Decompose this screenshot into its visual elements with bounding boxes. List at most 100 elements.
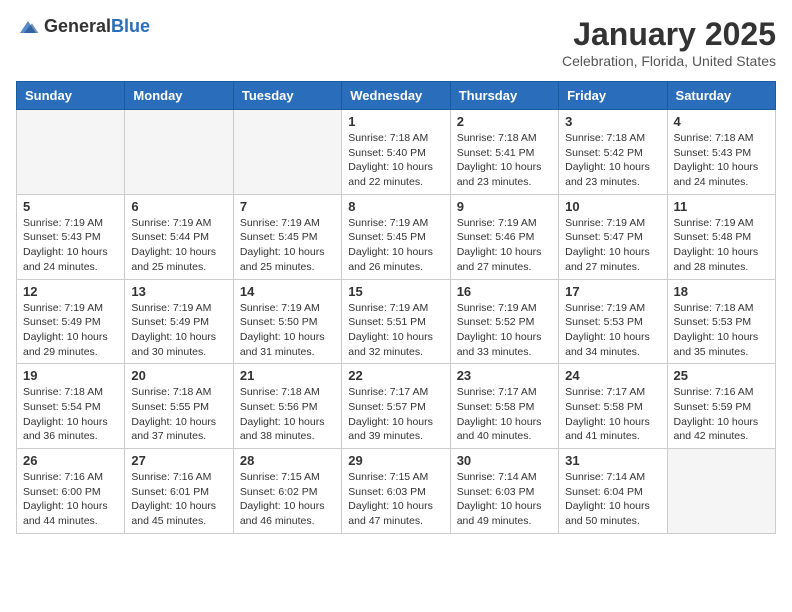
day-info: Sunrise: 7:19 AM Sunset: 5:52 PM Dayligh… xyxy=(457,301,552,360)
day-info: Sunrise: 7:16 AM Sunset: 5:59 PM Dayligh… xyxy=(674,385,769,444)
calendar-cell: 4 Sunrise: 7:18 AM Sunset: 5:43 PM Daylig… xyxy=(667,110,775,195)
logo-general: General xyxy=(44,16,111,36)
logo: GeneralBlue xyxy=(16,16,150,37)
day-number: 4 xyxy=(674,114,769,129)
calendar-cell: 22 Sunrise: 7:17 AM Sunset: 5:57 PM Dayli… xyxy=(342,364,450,449)
day-number: 29 xyxy=(348,453,443,468)
day-info: Sunrise: 7:16 AM Sunset: 6:00 PM Dayligh… xyxy=(23,470,118,529)
day-number: 16 xyxy=(457,284,552,299)
day-number: 5 xyxy=(23,199,118,214)
calendar-cell: 13 Sunrise: 7:19 AM Sunset: 5:49 PM Dayli… xyxy=(125,279,233,364)
day-info: Sunrise: 7:18 AM Sunset: 5:41 PM Dayligh… xyxy=(457,131,552,190)
calendar-cell: 14 Sunrise: 7:19 AM Sunset: 5:50 PM Dayli… xyxy=(233,279,341,364)
calendar-cell: 11 Sunrise: 7:19 AM Sunset: 5:48 PM Dayli… xyxy=(667,194,775,279)
calendar-cell xyxy=(17,110,125,195)
day-info: Sunrise: 7:18 AM Sunset: 5:53 PM Dayligh… xyxy=(674,301,769,360)
calendar-cell: 24Sunrise: 7:17 AM Sunset: 5:58 PM Dayli… xyxy=(559,364,667,449)
calendar-cell: 26 Sunrise: 7:16 AM Sunset: 6:00 PM Dayli… xyxy=(17,449,125,534)
calendar-week-row: 19Sunrise: 7:18 AM Sunset: 5:54 PM Dayli… xyxy=(17,364,776,449)
day-number: 18 xyxy=(674,284,769,299)
calendar-week-row: 12Sunrise: 7:19 AM Sunset: 5:49 PM Dayli… xyxy=(17,279,776,364)
day-number: 26 xyxy=(23,453,118,468)
weekday-header: Thursday xyxy=(450,82,558,110)
day-number: 15 xyxy=(348,284,443,299)
calendar-cell: 17 Sunrise: 7:19 AM Sunset: 5:53 PM Dayli… xyxy=(559,279,667,364)
day-number: 31 xyxy=(565,453,660,468)
day-number: 28 xyxy=(240,453,335,468)
calendar-cell: 2 Sunrise: 7:18 AM Sunset: 5:41 PM Daylig… xyxy=(450,110,558,195)
day-number: 13 xyxy=(131,284,226,299)
day-info: Sunrise: 7:17 AM Sunset: 5:58 PM Dayligh… xyxy=(457,385,552,444)
day-number: 21 xyxy=(240,368,335,383)
day-info: Sunrise: 7:19 AM Sunset: 5:50 PM Dayligh… xyxy=(240,301,335,360)
day-number: 11 xyxy=(674,199,769,214)
day-number: 14 xyxy=(240,284,335,299)
calendar-cell: 5 Sunrise: 7:19 AM Sunset: 5:43 PM Daylig… xyxy=(17,194,125,279)
calendar-cell: 30Sunrise: 7:14 AM Sunset: 6:03 PM Dayli… xyxy=(450,449,558,534)
day-number: 20 xyxy=(131,368,226,383)
calendar-week-row: 26 Sunrise: 7:16 AM Sunset: 6:00 PM Dayli… xyxy=(17,449,776,534)
day-number: 27 xyxy=(131,453,226,468)
calendar-cell xyxy=(667,449,775,534)
day-info: Sunrise: 7:18 AM Sunset: 5:56 PM Dayligh… xyxy=(240,385,335,444)
title-area: January 2025 Celebration, Florida, Unite… xyxy=(562,16,776,69)
day-info: Sunrise: 7:19 AM Sunset: 5:51 PM Dayligh… xyxy=(348,301,443,360)
day-number: 19 xyxy=(23,368,118,383)
calendar-cell: 1Sunrise: 7:18 AM Sunset: 5:40 PM Daylig… xyxy=(342,110,450,195)
calendar-cell xyxy=(233,110,341,195)
day-number: 10 xyxy=(565,199,660,214)
calendar-cell: 3 Sunrise: 7:18 AM Sunset: 5:42 PM Daylig… xyxy=(559,110,667,195)
calendar-cell: 7Sunrise: 7:19 AM Sunset: 5:45 PM Daylig… xyxy=(233,194,341,279)
day-info: Sunrise: 7:14 AM Sunset: 6:04 PM Dayligh… xyxy=(565,470,660,529)
calendar-cell: 31 Sunrise: 7:14 AM Sunset: 6:04 PM Dayli… xyxy=(559,449,667,534)
calendar-cell: 27 Sunrise: 7:16 AM Sunset: 6:01 PM Dayli… xyxy=(125,449,233,534)
weekday-header: Monday xyxy=(125,82,233,110)
day-number: 3 xyxy=(565,114,660,129)
calendar: SundayMondayTuesdayWednesdayThursdayFrid… xyxy=(16,81,776,534)
day-number: 23 xyxy=(457,368,552,383)
header: GeneralBlue January 2025 Celebration, Fl… xyxy=(16,16,776,69)
weekday-header: Friday xyxy=(559,82,667,110)
day-info: Sunrise: 7:15 AM Sunset: 6:03 PM Dayligh… xyxy=(348,470,443,529)
calendar-cell: 28Sunrise: 7:15 AM Sunset: 6:02 PM Dayli… xyxy=(233,449,341,534)
day-info: Sunrise: 7:19 AM Sunset: 5:48 PM Dayligh… xyxy=(674,216,769,275)
day-info: Sunrise: 7:19 AM Sunset: 5:53 PM Dayligh… xyxy=(565,301,660,360)
location-title: Celebration, Florida, United States xyxy=(562,53,776,69)
day-info: Sunrise: 7:19 AM Sunset: 5:45 PM Dayligh… xyxy=(240,216,335,275)
weekday-header: Saturday xyxy=(667,82,775,110)
weekday-header: Wednesday xyxy=(342,82,450,110)
day-number: 17 xyxy=(565,284,660,299)
day-info: Sunrise: 7:18 AM Sunset: 5:42 PM Dayligh… xyxy=(565,131,660,190)
weekday-header: Tuesday xyxy=(233,82,341,110)
day-info: Sunrise: 7:19 AM Sunset: 5:46 PM Dayligh… xyxy=(457,216,552,275)
day-info: Sunrise: 7:18 AM Sunset: 5:40 PM Dayligh… xyxy=(348,131,443,190)
day-info: Sunrise: 7:19 AM Sunset: 5:44 PM Dayligh… xyxy=(131,216,226,275)
day-info: Sunrise: 7:19 AM Sunset: 5:49 PM Dayligh… xyxy=(131,301,226,360)
day-info: Sunrise: 7:19 AM Sunset: 5:43 PM Dayligh… xyxy=(23,216,118,275)
day-number: 22 xyxy=(348,368,443,383)
weekday-header: Sunday xyxy=(17,82,125,110)
day-number: 2 xyxy=(457,114,552,129)
day-info: Sunrise: 7:19 AM Sunset: 5:47 PM Dayligh… xyxy=(565,216,660,275)
calendar-cell: 9Sunrise: 7:19 AM Sunset: 5:46 PM Daylig… xyxy=(450,194,558,279)
calendar-cell: 16 Sunrise: 7:19 AM Sunset: 5:52 PM Dayli… xyxy=(450,279,558,364)
calendar-cell xyxy=(125,110,233,195)
day-info: Sunrise: 7:18 AM Sunset: 5:43 PM Dayligh… xyxy=(674,131,769,190)
month-title: January 2025 xyxy=(562,16,776,53)
day-info: Sunrise: 7:17 AM Sunset: 5:57 PM Dayligh… xyxy=(348,385,443,444)
weekday-header-row: SundayMondayTuesdayWednesdayThursdayFrid… xyxy=(17,82,776,110)
logo-icon xyxy=(16,17,40,37)
day-number: 6 xyxy=(131,199,226,214)
calendar-cell: 15 Sunrise: 7:19 AM Sunset: 5:51 PM Dayli… xyxy=(342,279,450,364)
day-number: 30 xyxy=(457,453,552,468)
day-info: Sunrise: 7:16 AM Sunset: 6:01 PM Dayligh… xyxy=(131,470,226,529)
logo-blue: Blue xyxy=(111,16,150,36)
calendar-cell: 10 Sunrise: 7:19 AM Sunset: 5:47 PM Dayli… xyxy=(559,194,667,279)
calendar-cell: 8Sunrise: 7:19 AM Sunset: 5:45 PM Daylig… xyxy=(342,194,450,279)
calendar-week-row: 1Sunrise: 7:18 AM Sunset: 5:40 PM Daylig… xyxy=(17,110,776,195)
day-number: 24 xyxy=(565,368,660,383)
calendar-cell: 20 Sunrise: 7:18 AM Sunset: 5:55 PM Dayli… xyxy=(125,364,233,449)
calendar-cell: 19Sunrise: 7:18 AM Sunset: 5:54 PM Dayli… xyxy=(17,364,125,449)
day-info: Sunrise: 7:18 AM Sunset: 5:55 PM Dayligh… xyxy=(131,385,226,444)
day-info: Sunrise: 7:19 AM Sunset: 5:45 PM Dayligh… xyxy=(348,216,443,275)
